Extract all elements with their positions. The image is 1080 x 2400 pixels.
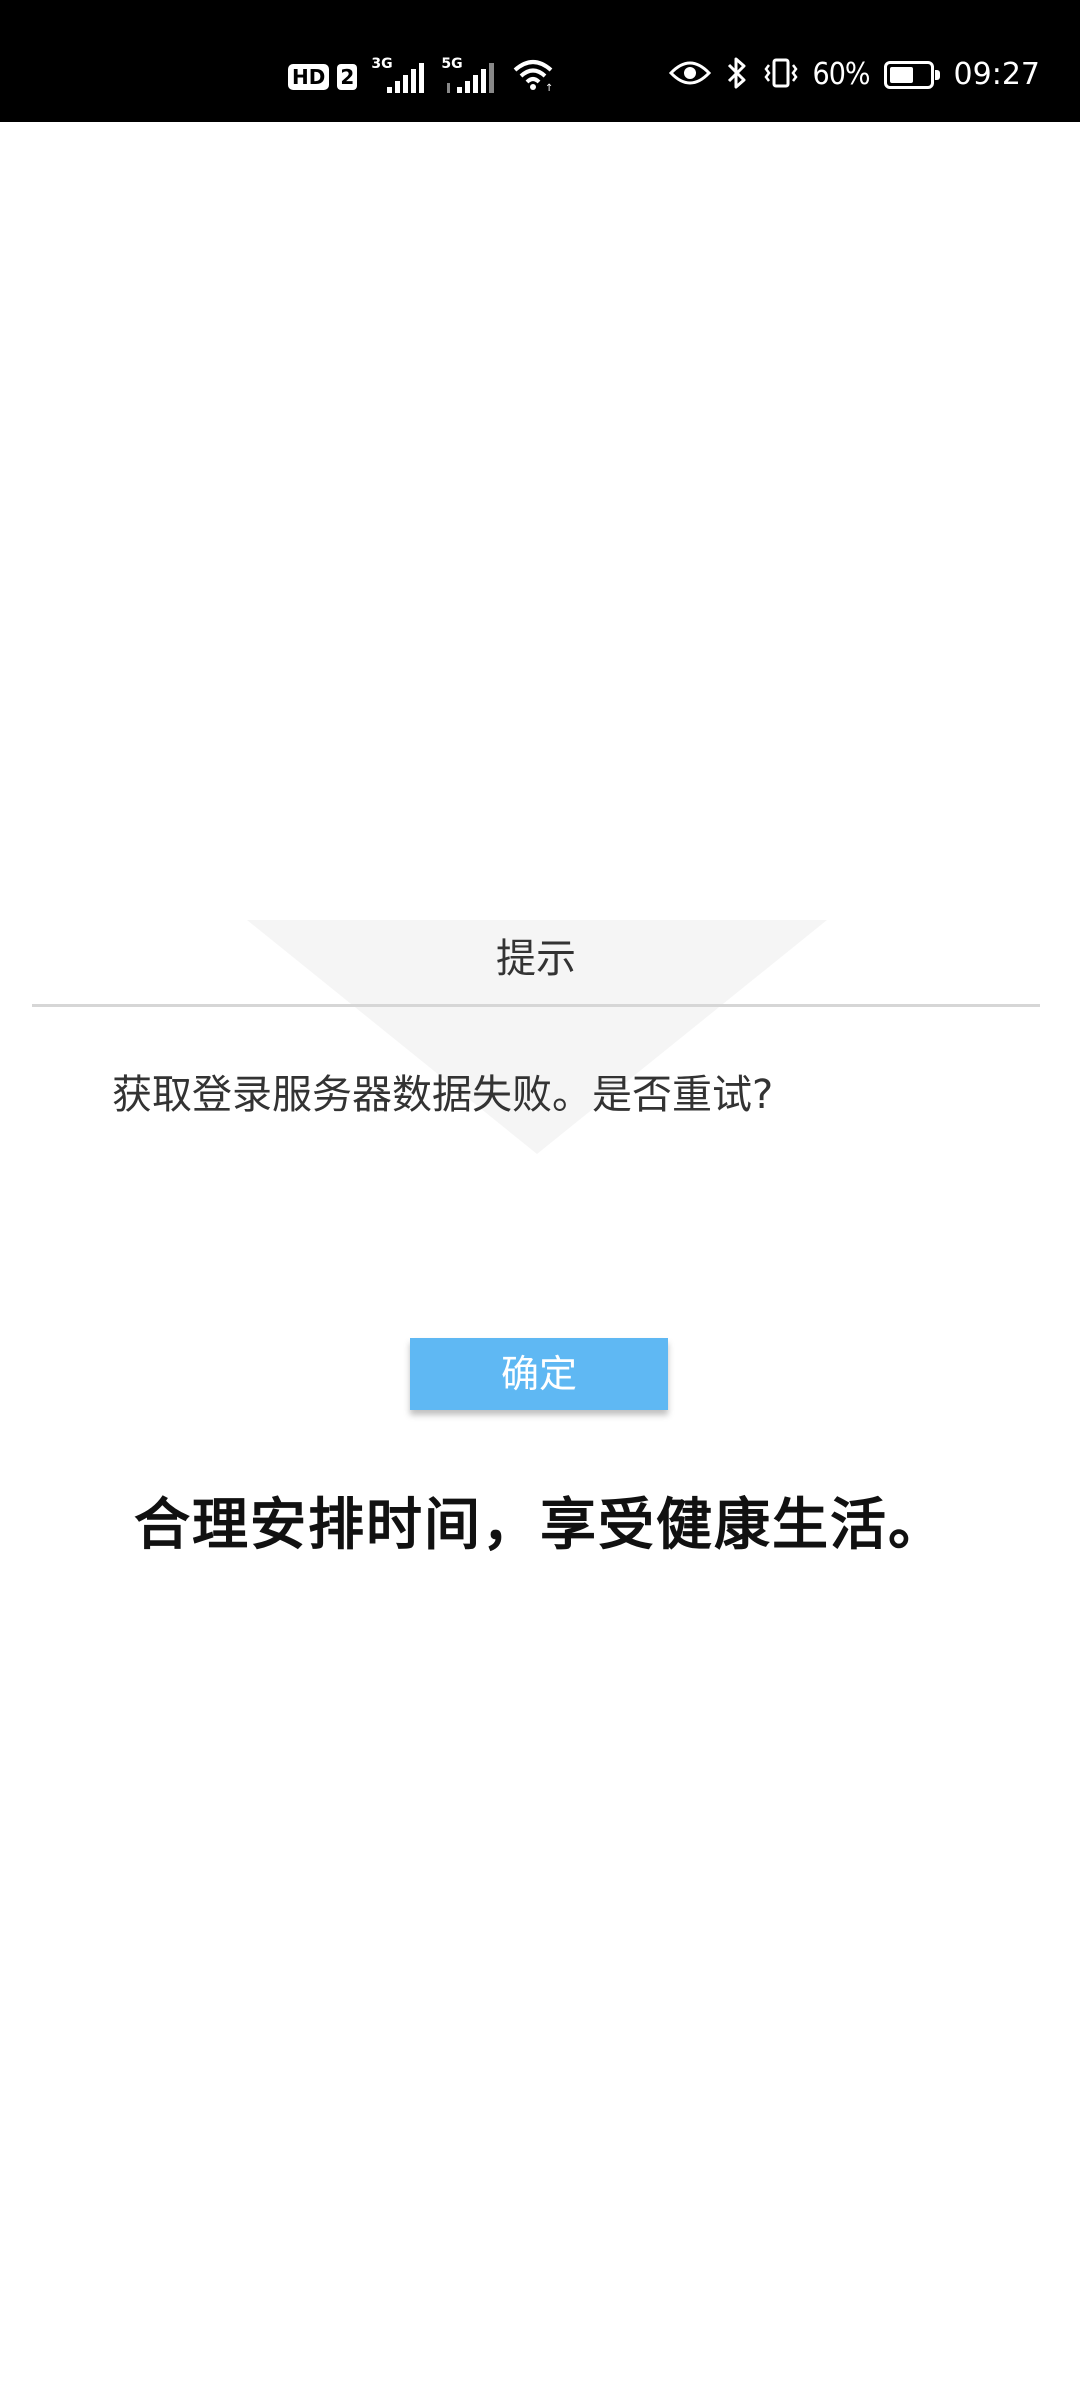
hd-icon: HD — [288, 64, 330, 90]
dialog-message: 获取登录服务器数据失败。是否重试? — [112, 1072, 774, 1118]
status-bar-left: HD 2 3G 5G ↑ — [288, 57, 562, 96]
status-bar: HD 2 3G 5G ↑ 60% 09:27 — [0, 0, 1080, 122]
bluetooth-icon — [725, 56, 749, 94]
svg-text:↑↓: ↑↓ — [545, 83, 555, 92]
signal-5g-tag: 5G — [441, 56, 463, 72]
signal-3g-tag: 3G — [371, 56, 393, 72]
confirm-button[interactable]: 确定 — [410, 1338, 668, 1410]
battery-percent: 60% — [812, 57, 871, 92]
alert-dialog: 提示 获取登录服务器数据失败。是否重试? — [32, 916, 1040, 1366]
dialog-title: 提示 — [496, 936, 576, 982]
clock: 09:27 — [953, 57, 1040, 92]
battery-level-fill — [889, 67, 913, 83]
wifi-icon: ↑↓ — [511, 58, 562, 96]
signal-3g-icon: 3G — [371, 57, 427, 93]
battery-icon — [883, 61, 940, 89]
status-bar-right: 60% 09:27 — [668, 56, 1040, 94]
sim-2-icon: 2 — [337, 64, 358, 90]
eye-comfort-icon — [668, 59, 711, 91]
signal-5g-icon: 5G — [441, 57, 497, 93]
slogan-text: 合理安排时间，享受健康生活。 — [134, 1493, 946, 1558]
vibrate-icon — [763, 57, 799, 93]
dialog-divider — [32, 1004, 1040, 1007]
screen: HD 2 3G 5G ↑ 60% 09:27 提示 获取登录服务器数据失败。是否… — [0, 0, 1080, 2400]
